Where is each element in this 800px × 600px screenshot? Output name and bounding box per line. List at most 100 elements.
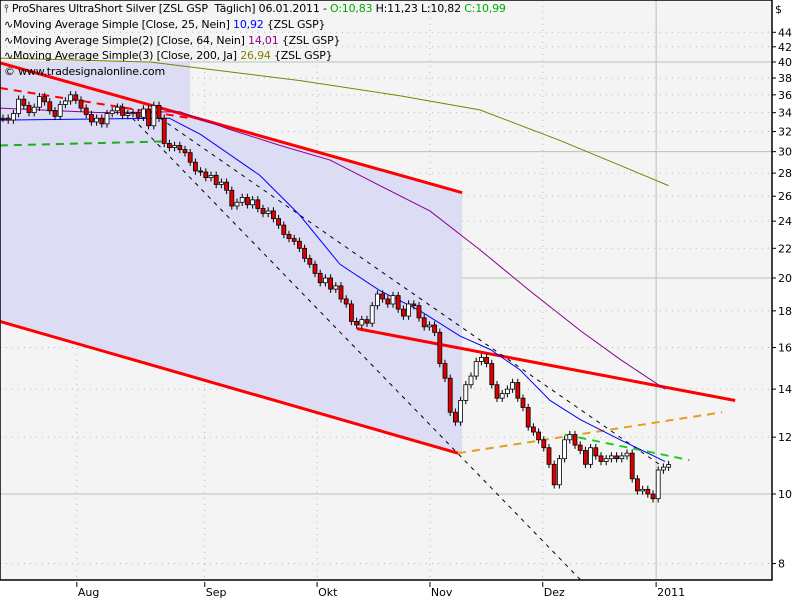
candle-body: [468, 375, 474, 386]
candle-body: [208, 174, 214, 179]
candle-body: [37, 96, 42, 108]
candle-body: [447, 377, 453, 413]
candle-body: [156, 104, 162, 119]
candle-body: [588, 447, 593, 465]
candle-body: [473, 361, 479, 377]
low-label: L:: [420, 2, 431, 15]
indicator-value: 10,92: [233, 18, 264, 31]
candle-body: [364, 319, 370, 324]
legend-ma64[interactable]: ∿Moving Average Simple(2) [Close, 64, Ne…: [4, 34, 341, 47]
candle-body: [317, 272, 323, 284]
candle-body: [42, 96, 47, 103]
candle-body: [286, 234, 292, 239]
legend-ma25[interactable]: ∿Moving Average Simple [Close, 25, Nein]…: [4, 18, 326, 31]
high-value: 11,23: [387, 2, 418, 15]
candle-body: [541, 439, 547, 449]
candle-body: [510, 382, 516, 390]
candle-body: [140, 108, 146, 118]
y-tick-label: 26: [778, 190, 792, 203]
candle-body: [380, 293, 386, 300]
separator: -: [322, 2, 327, 15]
candle-body: [234, 201, 240, 207]
indicator-suffix: {ZSL GSP}: [273, 49, 333, 62]
candle-body: [562, 439, 567, 460]
candle-body: [239, 197, 245, 203]
candle-body: [57, 104, 63, 117]
candle-body: [395, 295, 401, 310]
candle-body: [536, 431, 541, 441]
candle-body: [260, 208, 266, 214]
candle-body: [16, 98, 22, 114]
candle-body: [614, 455, 619, 460]
high-label: H:: [375, 2, 388, 15]
candle-body: [218, 181, 224, 185]
candle-body: [182, 149, 188, 154]
indicator-value: 14,01: [248, 34, 279, 47]
candle-body: [276, 218, 282, 226]
candle-body: [151, 104, 157, 127]
candle-body: [484, 357, 490, 364]
indicator-label: Moving Average Simple(3) [Close, 200, Ja…: [13, 49, 237, 62]
candle-body: [21, 98, 27, 106]
candle-body: [47, 101, 53, 112]
candle-body: [166, 143, 172, 148]
candle-body: [442, 363, 448, 379]
x-tick-label: Okt: [318, 586, 338, 599]
candle-body: [192, 161, 198, 172]
close-label: C:: [464, 2, 476, 15]
candle-body: [265, 210, 271, 214]
candle-body: [369, 305, 375, 324]
candle-body: [120, 106, 125, 116]
candle-body: [515, 382, 521, 399]
candle-body: [432, 324, 438, 333]
candle-body: [224, 181, 230, 191]
candle-body: [489, 363, 495, 386]
candle-body: [458, 400, 464, 423]
indicator-suffix: {ZSL GSP}: [266, 18, 326, 31]
y-axis: 44 42 40 38 36 34 32 30 28 26 24 22 20 18 16 14 12 10 8 $: [772, 3, 792, 571]
y-tick-label: 16: [778, 342, 792, 355]
candle-body: [333, 285, 339, 290]
candle-body: [629, 452, 635, 480]
y-tick-label: 10: [778, 488, 792, 501]
candle-body: [546, 447, 552, 465]
candle-body: [525, 407, 531, 428]
candle-body: [89, 114, 94, 123]
candle-body: [135, 112, 141, 118]
candle-body: [400, 308, 406, 317]
candle-body: [520, 397, 526, 408]
candle-body: [10, 113, 16, 121]
indicator-suffix: {ZSL GSP}: [281, 34, 341, 47]
candle-body: [73, 94, 79, 101]
price-chart: 44 42 40 38 36 34 32 30 28 26 24 22 20 18 16 14 12 10 8 $ A…: [0, 0, 792, 599]
candle-body: [109, 110, 115, 114]
candle-body: [406, 303, 412, 317]
y-tick-label: 22: [778, 242, 792, 255]
candle-body: [296, 240, 302, 249]
y-tick-label: 32: [778, 126, 792, 139]
y-tick-label: 42: [778, 41, 792, 54]
candle-body: [635, 478, 640, 492]
candle-icon: ⫯: [4, 2, 12, 15]
candle-body: [557, 458, 562, 486]
candle-body: [645, 488, 651, 495]
candle-body: [115, 106, 120, 112]
candle-body: [666, 464, 671, 468]
candle-body: [52, 110, 58, 117]
candle-body: [624, 452, 630, 457]
y-tick-label: 8: [778, 558, 785, 571]
legend-ma200[interactable]: ∿Moving Average Simple(3) [Close, 200, J…: [4, 49, 333, 62]
candle-body: [567, 434, 573, 441]
y-tick-label: 38: [778, 72, 792, 85]
low-value: 10,82: [430, 2, 461, 15]
candle-body: [619, 455, 625, 460]
candle-body: [281, 224, 287, 235]
candle-body: [416, 305, 422, 319]
copyright-text: © www.tradesignalonline.com: [4, 65, 165, 78]
candle-body: [291, 238, 297, 242]
open-value: 10,83: [341, 2, 373, 15]
candle-body: [531, 426, 536, 433]
candle-body: [640, 488, 645, 492]
candle-body: [307, 257, 313, 265]
candle-body: [161, 117, 167, 144]
